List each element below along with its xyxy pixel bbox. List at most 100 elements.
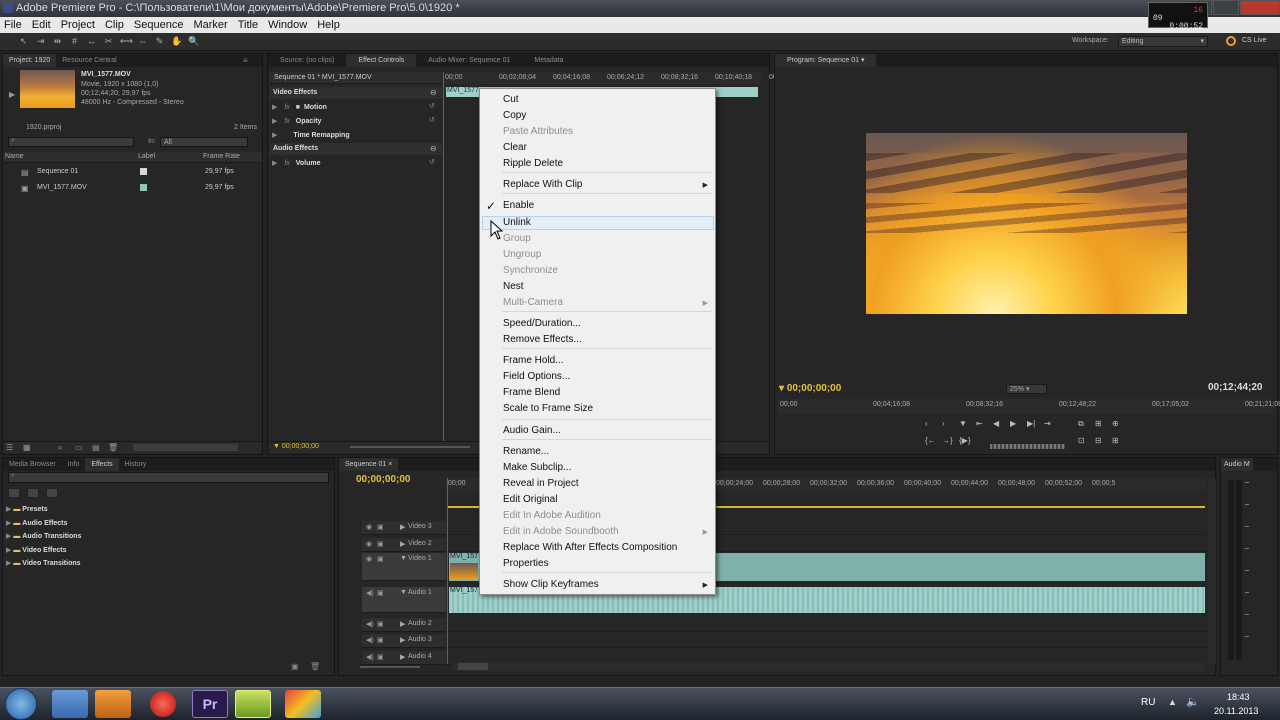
clapper-taskbar-button[interactable]	[235, 690, 271, 718]
fx-icon[interactable]: fx	[284, 104, 289, 111]
speaker-icon[interactable]: ◀)	[366, 636, 374, 644]
cslive-icon[interactable]	[1226, 36, 1236, 46]
export-frame-icon[interactable]: ⊕	[1112, 419, 1119, 428]
speaker-icon[interactable]: ◀)	[366, 589, 374, 597]
ripple-edit-tool-icon[interactable]: ⇹	[52, 36, 63, 47]
menu-item-scale-to-frame-size[interactable]: Scale to Frame Size	[503, 403, 593, 415]
expand-icon[interactable]: ▶	[400, 620, 405, 628]
accelerated-effects-icon[interactable]	[8, 488, 20, 498]
lock-icon[interactable]: ▣	[377, 636, 384, 644]
yuv-effects-icon[interactable]	[46, 488, 58, 498]
table-row[interactable]: ▣ MVI_1577.MOV 29,97 fps	[3, 181, 253, 196]
effect-motion[interactable]: ▶ fx ■ Motion ↺	[272, 103, 442, 111]
circle-icon[interactable]: ⊖	[430, 88, 437, 97]
panel-menu-icon[interactable]: ≡	[243, 56, 248, 65]
expand-icon[interactable]: ▶	[272, 118, 277, 125]
zoom-scrollbar[interactable]	[133, 444, 238, 451]
explorer-taskbar-button[interactable]	[52, 690, 88, 718]
eye-icon[interactable]: ◉	[366, 555, 372, 563]
extract-icon[interactable]: ⊟	[1095, 436, 1102, 445]
effect-opacity[interactable]: ▶ fx Opacity ↺	[272, 117, 442, 125]
timeline-timecode[interactable]: 00;00;00;00	[356, 474, 410, 485]
expand-icon[interactable]: ▼	[400, 589, 407, 596]
record-taskbar-button[interactable]	[150, 691, 176, 717]
expand-icon[interactable]: ▶	[400, 653, 405, 661]
menu-item-edit-original[interactable]: Edit Original	[503, 494, 557, 506]
program-ruler[interactable]: 00;00 00;04;16;08 00;08;32;16 00;12;48;22 00…	[778, 399, 1280, 414]
tab-audio-mixer[interactable]: Audio Mixer: Sequence 01	[416, 54, 522, 67]
lock-icon[interactable]: ▣	[377, 540, 384, 548]
expand-icon[interactable]: ▼	[400, 555, 407, 562]
effects-folder[interactable]: ▶ ▬ Video Transitions	[6, 559, 81, 567]
effect-time-remapping[interactable]: ▶ Time Remapping	[272, 131, 442, 139]
menu-clip[interactable]: Clip	[105, 19, 124, 31]
hand-tool-icon[interactable]: ✋	[171, 36, 182, 47]
marker-icon[interactable]: ▼	[959, 419, 967, 428]
razor-tool-icon[interactable]: ✂	[103, 36, 114, 47]
effects-folder[interactable]: ▶ ▬ Presets	[6, 505, 48, 513]
workspace-select[interactable]: Editing ▾	[1118, 36, 1208, 47]
clock-date[interactable]: 20.11.2013	[1214, 706, 1258, 716]
tab-metadata[interactable]: Metadata	[522, 54, 575, 67]
menu-item-enable[interactable]: Enable	[503, 200, 534, 212]
menu-item-unlink[interactable]: Unlink	[503, 217, 531, 229]
pen-tool-icon[interactable]: ✎	[154, 36, 165, 47]
menu-item-replace-with-after-effects-composition[interactable]: Replace With After Effects Composition	[503, 542, 677, 554]
jog-shuttle[interactable]	[990, 444, 1065, 449]
track-lane[interactable]	[448, 634, 1206, 648]
maximize-button[interactable]	[1213, 0, 1239, 15]
play-icon[interactable]: ▶	[9, 90, 15, 99]
menu-item-reveal-in-project[interactable]: Reveal in Project	[503, 478, 579, 490]
go-in-icon[interactable]: {←	[925, 436, 936, 445]
menu-item-frame-hold[interactable]: Frame Hold...	[503, 355, 564, 367]
menu-item-clear[interactable]: Clear	[503, 142, 527, 154]
effects-folder[interactable]: ▶ ▬ Audio Transitions	[6, 532, 81, 540]
paint-taskbar-button[interactable]	[285, 690, 321, 718]
timeline-vscroll[interactable]	[1208, 478, 1216, 664]
32bit-effects-icon[interactable]	[27, 488, 39, 498]
tab-program[interactable]: Program: Sequence 01 ▾	[775, 54, 877, 67]
list-view-icon[interactable]: ☰	[6, 443, 13, 452]
menu-file[interactable]: File	[4, 19, 22, 31]
tab-source[interactable]: Source: (no clips)	[268, 54, 346, 67]
lock-icon[interactable]: ▣	[377, 620, 384, 628]
new-item-icon[interactable]: ▤	[92, 443, 100, 452]
program-timecode-left[interactable]: ▾ 00;00;00;00	[779, 383, 841, 394]
trim-icon[interactable]: ⊞	[1112, 436, 1119, 445]
delete-icon[interactable]: 🗑	[310, 662, 320, 671]
play-in-out-icon[interactable]: {▶}	[959, 436, 971, 445]
timeline-zoom-slider[interactable]	[360, 666, 420, 668]
track-lane[interactable]	[448, 618, 1206, 632]
expand-icon[interactable]: ▶	[6, 547, 11, 554]
rate-stretch-tool-icon[interactable]: ↔	[86, 36, 97, 47]
premiere-taskbar-button[interactable]: Pr	[192, 690, 228, 718]
menu-help[interactable]: Help	[317, 19, 340, 31]
track-header[interactable]: ◀) ▣ ▶ Audio 3	[362, 634, 446, 648]
lock-icon[interactable]: ▣	[377, 523, 384, 531]
menu-sequence[interactable]: Sequence	[134, 19, 184, 31]
menu-item-cut[interactable]: Cut	[503, 94, 519, 106]
track-header[interactable]: ◀) ▣ ▼ Audio 1	[362, 587, 446, 613]
tray-arrow-icon[interactable]: ▲	[1168, 697, 1177, 707]
go-to-out-icon[interactable]: ⇥	[1044, 419, 1051, 428]
tab-effect-controls[interactable]: Effect Controls	[346, 54, 417, 67]
effects-folder[interactable]: ▶ ▬ Video Effects	[6, 546, 67, 554]
menu-item-frame-blend[interactable]: Frame Blend	[503, 387, 560, 399]
step-back-icon[interactable]: ◀	[993, 419, 999, 428]
zoom-select[interactable]: 25% ▾	[1006, 384, 1047, 394]
lock-icon[interactable]: ▣	[377, 589, 384, 597]
menu-item-rename[interactable]: Rename...	[503, 446, 549, 458]
rolling-edit-tool-icon[interactable]: #	[69, 36, 80, 47]
menu-project[interactable]: Project	[61, 19, 95, 31]
expand-icon[interactable]: ▶	[400, 540, 405, 548]
col-label[interactable]: Label	[138, 153, 155, 160]
lock-icon[interactable]: ▣	[377, 653, 384, 661]
menu-item-speed-duration[interactable]: Speed/Duration...	[503, 318, 581, 330]
track-header[interactable]: ◉ ▣ ▼ Video 1	[362, 553, 446, 581]
slip-tool-icon[interactable]: ⟷	[120, 36, 133, 47]
menu-item-make-subclip[interactable]: Make Subclip...	[503, 462, 571, 474]
effect-volume[interactable]: ▶ fx Volume ↺	[272, 159, 442, 167]
effect-timecode[interactable]: ▼ 00;00;00;00	[273, 443, 319, 450]
effect-zoom-slider[interactable]	[350, 446, 470, 448]
tab-info[interactable]: Info	[62, 458, 86, 471]
